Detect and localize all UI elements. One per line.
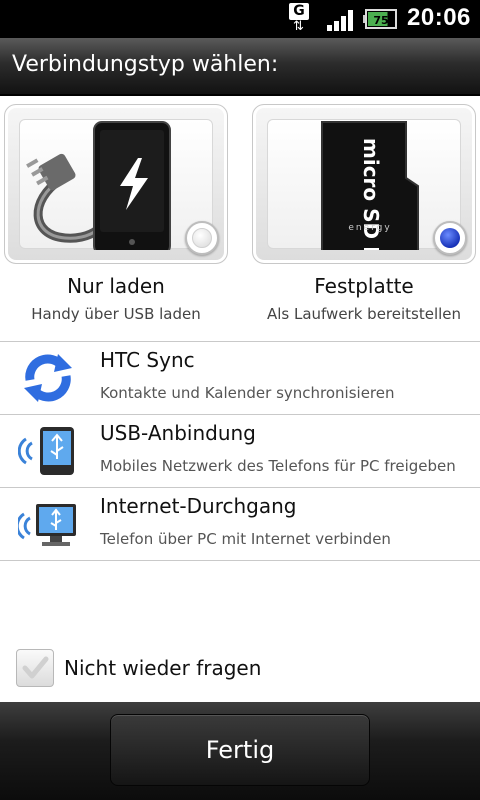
checkmark-icon xyxy=(22,656,49,679)
battery-level-text: 75 xyxy=(373,14,388,27)
usb-pc-passthrough-icon xyxy=(18,504,76,546)
dont-ask-again-label[interactable]: Nicht wieder fragen xyxy=(64,656,261,680)
option-sublabel-charge-only: Handy über USB laden xyxy=(31,305,201,323)
signal-strength-icon xyxy=(327,10,353,31)
list-item-title: Internet-Durchgang xyxy=(100,494,297,518)
battery-icon: 75 xyxy=(363,9,397,29)
option-card-charge-only[interactable] xyxy=(4,104,228,264)
dialog-footer: Fertig xyxy=(0,702,480,800)
disk-drive-radio[interactable] xyxy=(433,221,467,255)
list-item-internet-passthrough[interactable]: Internet-Durchgang Telefon über PC mit I… xyxy=(0,488,480,560)
dialog-title: Verbindungstyp wählen: xyxy=(12,52,279,77)
list-item-subtitle: Kontakte und Kalender synchronisieren xyxy=(100,384,395,402)
list-item-title: USB-Anbindung xyxy=(100,421,256,445)
list-item-subtitle: Mobiles Netzwerk des Telefons für PC fre… xyxy=(100,457,456,475)
option-card-disk-drive[interactable]: micro SD HC energy xyxy=(252,104,476,278)
microsd-card-text: micro SD HC xyxy=(359,138,383,250)
sync-arrows-icon xyxy=(24,354,72,402)
data-activity-icon: ⇅ xyxy=(293,19,304,34)
dont-ask-again-checkbox[interactable] xyxy=(16,649,54,687)
divider xyxy=(0,560,480,561)
option-label-disk-drive: Festplatte xyxy=(314,274,414,298)
card-brand-text: energy xyxy=(348,223,391,233)
list-item-subtitle: Telefon über PC mit Internet verbinden xyxy=(100,530,391,548)
dialog-header: Verbindungstyp wählen: xyxy=(0,38,480,96)
status-time: 20:06 xyxy=(407,4,471,31)
list-item-usb-tethering[interactable]: USB-Anbindung Mobiles Netzwerk des Telef… xyxy=(0,415,480,487)
option-sublabel-disk-drive: Als Laufwerk bereitstellen xyxy=(266,305,462,323)
option-card-frame: micro SD HC energy xyxy=(267,119,461,278)
network-indicator: G ⇅ xyxy=(289,3,317,35)
done-button[interactable]: Fertig xyxy=(110,714,370,786)
list-item-htc-sync[interactable]: HTC Sync Kontakte und Kalender synchroni… xyxy=(0,342,480,414)
option-label-charge-only: Nur laden xyxy=(67,274,165,298)
status-bar: G ⇅ 75 20:06 xyxy=(0,0,480,38)
charger-phone-icon xyxy=(26,121,171,255)
charge-only-radio[interactable] xyxy=(185,221,219,255)
usb-phone-tether-icon xyxy=(18,427,74,475)
option-card-frame xyxy=(19,119,213,255)
microsd-card-icon: micro SD HC energy xyxy=(321,121,419,278)
network-type-icon: G xyxy=(289,3,309,20)
list-item-title: HTC Sync xyxy=(100,348,195,372)
